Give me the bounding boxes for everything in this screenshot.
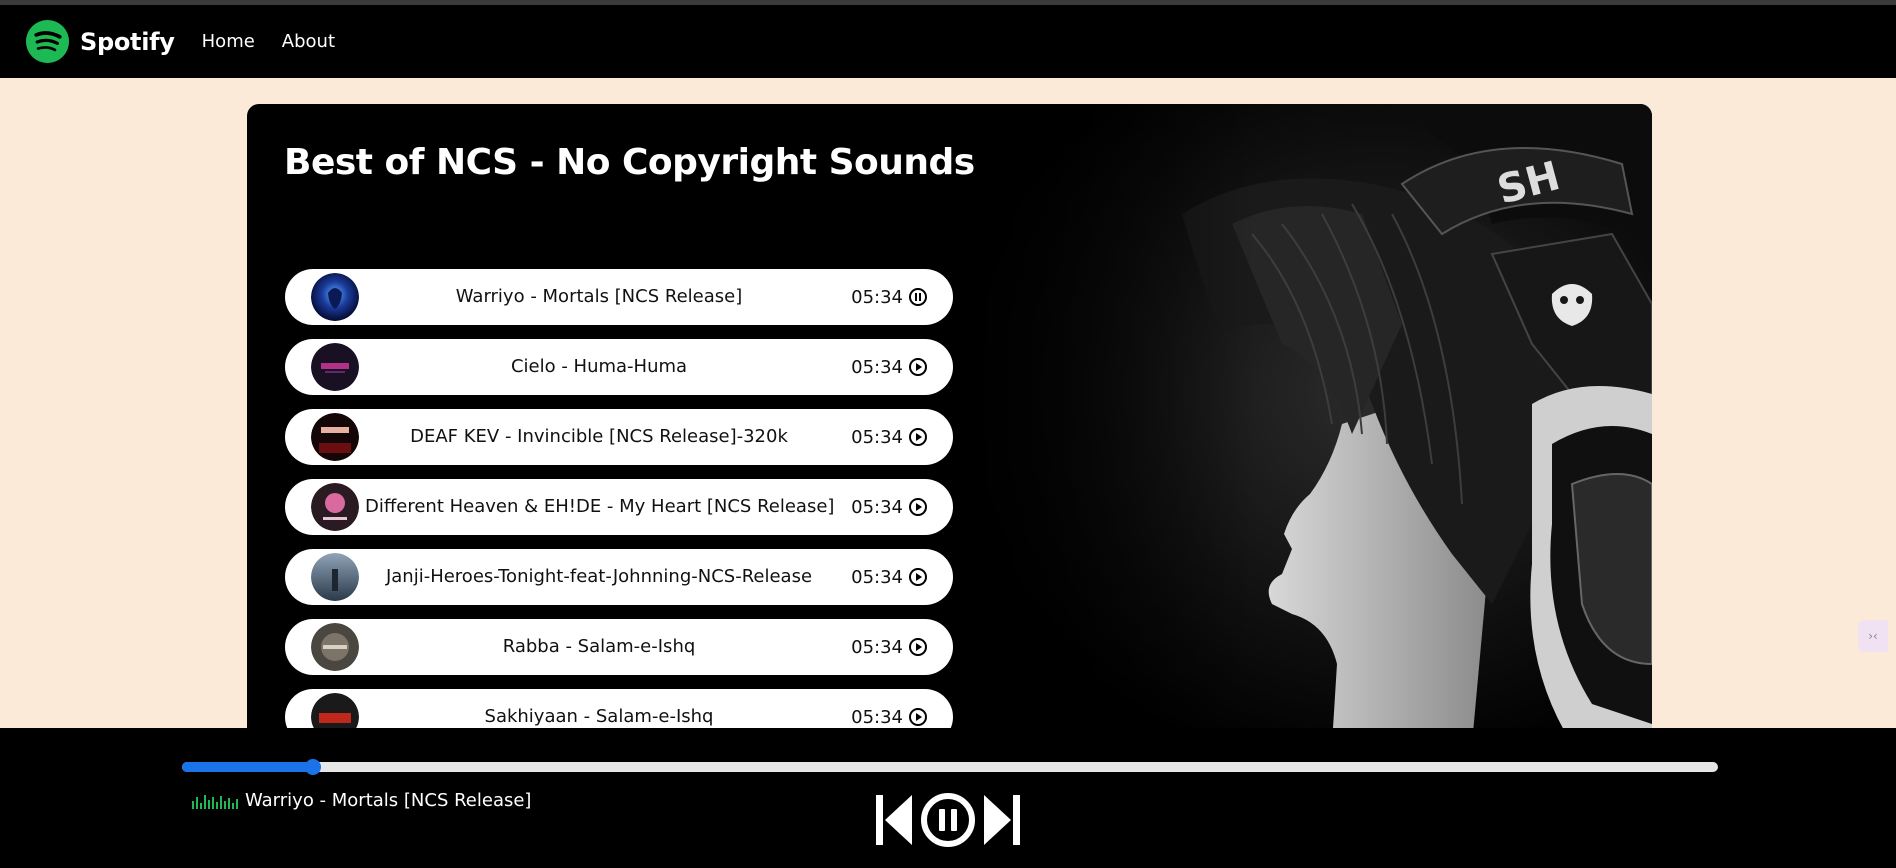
now-playing-title: Warriyo - Mortals [NCS Release] bbox=[245, 790, 532, 811]
song-item[interactable]: Janji-Heroes-Tonight-feat-Johnning-NCS-R… bbox=[285, 549, 953, 605]
song-title: Different Heaven & EH!DE - My Heart [NCS… bbox=[365, 496, 835, 517]
play-icon[interactable] bbox=[908, 637, 928, 657]
song-item[interactable]: DEAF KEV - Invincible [NCS Release]-320k… bbox=[285, 409, 953, 465]
song-cover-image bbox=[311, 343, 359, 391]
song-duration: 05:34 bbox=[851, 496, 903, 518]
play-icon[interactable] bbox=[908, 567, 928, 587]
progress-track bbox=[182, 762, 1718, 772]
top-navbar: Spotify Home About bbox=[0, 5, 1896, 78]
side-extension-tab[interactable]: ›‹ bbox=[1858, 620, 1888, 652]
song-duration: 05:34 bbox=[851, 356, 903, 378]
song-duration: 05:34 bbox=[851, 286, 903, 308]
song-title: Janji-Heroes-Tonight-feat-Johnning-NCS-R… bbox=[385, 566, 813, 587]
song-cover-image bbox=[311, 623, 359, 671]
bottom-player-bar: Warriyo - Mortals [NCS Release] bbox=[0, 728, 1896, 868]
song-duration: 05:34 bbox=[851, 636, 903, 658]
pause-icon[interactable] bbox=[908, 287, 928, 307]
play-icon[interactable] bbox=[908, 497, 928, 517]
song-title: DEAF KEV - Invincible [NCS Release]-320k bbox=[410, 426, 788, 447]
next-icon[interactable] bbox=[982, 795, 1020, 845]
song-cover-image bbox=[311, 273, 359, 321]
song-item[interactable]: Warriyo - Mortals [NCS Release] 05:34 bbox=[285, 269, 953, 325]
previous-icon[interactable] bbox=[876, 795, 914, 845]
song-title: Cielo - Huma-Huma bbox=[510, 356, 688, 377]
play-icon[interactable] bbox=[908, 427, 928, 447]
play-icon[interactable] bbox=[908, 707, 928, 727]
playback-controls bbox=[876, 792, 1020, 848]
progress-fill bbox=[182, 762, 313, 772]
spotify-logo-icon bbox=[25, 19, 70, 64]
song-cover-image bbox=[311, 483, 359, 531]
song-item[interactable]: Rabba - Salam-e-Ishq 05:34 bbox=[285, 619, 953, 675]
song-duration: 05:34 bbox=[851, 426, 903, 448]
song-duration: 05:34 bbox=[851, 706, 903, 728]
song-item[interactable]: Cielo - Huma-Huma 05:34 bbox=[285, 339, 953, 395]
playlist-container: SH Best of NCS - No Copyright Sounds War… bbox=[247, 104, 1652, 744]
now-playing: Warriyo - Mortals [NCS Release] bbox=[192, 790, 531, 811]
brand[interactable]: Spotify bbox=[25, 19, 175, 64]
brand-name: Spotify bbox=[80, 27, 175, 56]
song-duration: 05:34 bbox=[851, 566, 903, 588]
nav-link-home[interactable]: Home bbox=[202, 31, 255, 52]
hero-image-woman-headphones: SH bbox=[932, 104, 1652, 744]
song-title: Warriyo - Mortals [NCS Release] bbox=[455, 286, 743, 307]
pause-circle-icon[interactable] bbox=[920, 792, 976, 848]
song-title: Rabba - Salam-e-Ishq bbox=[502, 636, 696, 657]
progress-thumb[interactable] bbox=[304, 759, 321, 775]
song-list: Warriyo - Mortals [NCS Release] 05:34 Ci… bbox=[285, 269, 953, 744]
song-cover-image bbox=[311, 413, 359, 461]
equalizer-icon bbox=[192, 794, 238, 809]
progress-bar[interactable] bbox=[182, 759, 1718, 775]
playlist-title: Best of NCS - No Copyright Sounds bbox=[284, 142, 975, 183]
nav-link-about[interactable]: About bbox=[282, 31, 335, 52]
song-item[interactable]: Different Heaven & EH!DE - My Heart [NCS… bbox=[285, 479, 953, 535]
song-cover-image bbox=[311, 553, 359, 601]
play-icon[interactable] bbox=[908, 357, 928, 377]
